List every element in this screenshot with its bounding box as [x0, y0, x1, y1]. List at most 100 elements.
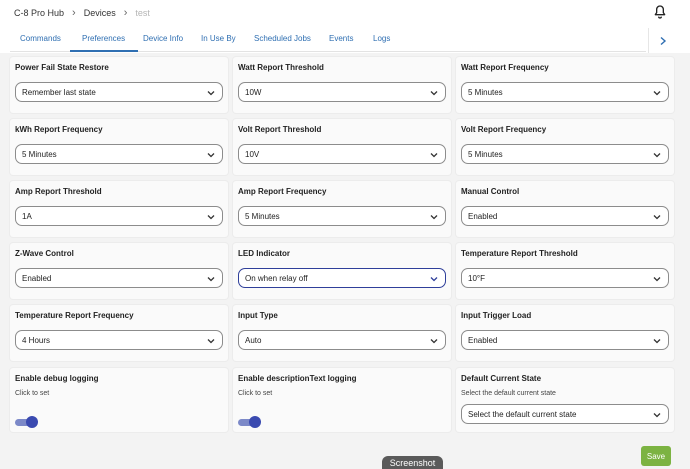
pref-label: Enable descriptionText logging [238, 374, 357, 383]
pref-watt-frequency: Watt Report Frequency 5 Minutes [456, 57, 674, 113]
bell-icon[interactable] [652, 4, 668, 20]
temp-frequency-select[interactable]: 4 Hours [15, 330, 223, 350]
debug-logging-toggle[interactable] [15, 416, 38, 428]
volt-frequency-select[interactable]: 5 Minutes [461, 144, 669, 164]
toggle-knob [26, 416, 38, 428]
input-type-select[interactable]: Auto [238, 330, 446, 350]
pref-kwh-frequency: kWh Report Frequency 5 Minutes [10, 119, 228, 175]
chevron-down-icon [207, 153, 215, 158]
select-value: 5 Minutes [468, 88, 503, 97]
pref-led-indicator: LED Indicator On when relay off [233, 243, 451, 299]
tab-in-use-by[interactable]: In Use By [201, 34, 236, 43]
chevron-down-icon [653, 153, 661, 158]
pref-hint: Select the default current state [461, 390, 556, 397]
breadcrumb-hub[interactable]: C-8 Pro Hub [14, 8, 64, 18]
pref-input-type: Input Type Auto [233, 305, 451, 361]
chevron-down-icon [653, 215, 661, 220]
chevron-down-icon [653, 413, 661, 418]
chevron-down-icon [430, 91, 438, 96]
select-value: 10°F [468, 274, 485, 283]
screenshot-badge: Screenshot [382, 456, 443, 469]
tab-bar: Commands Preferences Device Info In Use … [10, 28, 646, 52]
toggle-knob [249, 416, 261, 428]
preferences-panel: Power Fail State Restore Remember last s… [0, 53, 690, 469]
chevron-down-icon [207, 339, 215, 344]
pref-amp-threshold: Amp Report Threshold 1A [10, 181, 228, 237]
chevron-down-icon [430, 153, 438, 158]
tabs-scroll-right-button[interactable] [648, 28, 676, 54]
tab-scheduled-jobs[interactable]: Scheduled Jobs [254, 34, 311, 43]
breadcrumb-separator-icon: › [72, 6, 76, 19]
select-value: Auto [245, 336, 262, 345]
select-value: Remember last state [22, 88, 96, 97]
tab-device-info[interactable]: Device Info [143, 34, 183, 43]
chevron-down-icon [207, 215, 215, 220]
chevron-down-icon [653, 91, 661, 96]
select-value: 5 Minutes [245, 212, 280, 221]
default-state-select[interactable]: Select the default current state [461, 404, 669, 424]
pref-temp-threshold: Temperature Report Threshold 10°F [456, 243, 674, 299]
pref-label: Enable debug logging [15, 374, 99, 383]
pref-temp-frequency: Temperature Report Frequency 4 Hours [10, 305, 228, 361]
chevron-right-icon [660, 36, 666, 45]
pref-desc-logging: Enable descriptionText logging Click to … [233, 368, 451, 432]
pref-volt-threshold: Volt Report Threshold 10V [233, 119, 451, 175]
tab-commands[interactable]: Commands [20, 34, 61, 43]
select-value: Enabled [22, 274, 52, 283]
chevron-down-icon [430, 215, 438, 220]
pref-label: Manual Control [461, 187, 520, 196]
watt-frequency-select[interactable]: 5 Minutes [461, 82, 669, 102]
select-value: 1A [22, 212, 32, 221]
pref-label: Watt Report Threshold [238, 63, 324, 72]
chevron-down-icon [207, 277, 215, 282]
pref-label: Volt Report Threshold [238, 125, 322, 134]
pref-label: LED Indicator [238, 249, 291, 258]
breadcrumb-devices[interactable]: Devices [84, 8, 116, 18]
tab-events[interactable]: Events [329, 34, 353, 43]
power-fail-select[interactable]: Remember last state [15, 82, 223, 102]
active-tab-indicator [70, 50, 138, 52]
chevron-down-icon [207, 91, 215, 96]
pref-input-trigger: Input Trigger Load Enabled [456, 305, 674, 361]
pref-default-state: Default Current State Select the default… [456, 368, 674, 432]
pref-debug-logging: Enable debug logging Click to set [10, 368, 228, 432]
pref-label: Amp Report Threshold [15, 187, 102, 196]
temp-threshold-select[interactable]: 10°F [461, 268, 669, 288]
save-button[interactable]: Save [641, 446, 671, 466]
chevron-down-icon [653, 339, 661, 344]
zwave-control-select[interactable]: Enabled [15, 268, 223, 288]
pref-label: Default Current State [461, 374, 542, 383]
pref-label: Input Type [238, 311, 278, 320]
amp-frequency-select[interactable]: 5 Minutes [238, 206, 446, 226]
pref-label: kWh Report Frequency [15, 125, 103, 134]
select-value: Select the default current state [468, 410, 577, 419]
select-value: Enabled [468, 336, 498, 345]
chevron-down-icon [653, 277, 661, 282]
select-value: 10W [245, 88, 262, 97]
select-value: 10V [245, 150, 260, 159]
pref-label: Power Fail State Restore [15, 63, 109, 72]
pref-zwave-control: Z-Wave Control Enabled [10, 243, 228, 299]
volt-threshold-select[interactable]: 10V [238, 144, 446, 164]
top-bar: C-8 Pro Hub › Devices › test [0, 0, 690, 26]
watt-threshold-select[interactable]: 10W [238, 82, 446, 102]
chevron-down-icon [430, 339, 438, 344]
desc-logging-toggle[interactable] [238, 416, 261, 428]
input-trigger-select[interactable]: Enabled [461, 330, 669, 350]
pref-watt-threshold: Watt Report Threshold 10W [233, 57, 451, 113]
select-value: 5 Minutes [468, 150, 503, 159]
kwh-frequency-select[interactable]: 5 Minutes [15, 144, 223, 164]
amp-threshold-select[interactable]: 1A [15, 206, 223, 226]
pref-hint: Click to set [238, 390, 273, 397]
led-indicator-select[interactable]: On when relay off [238, 268, 446, 288]
pref-label: Amp Report Frequency [238, 187, 327, 196]
select-value: 5 Minutes [22, 150, 57, 159]
tab-preferences[interactable]: Preferences [82, 34, 125, 43]
tab-logs[interactable]: Logs [373, 34, 390, 43]
pref-amp-frequency: Amp Report Frequency 5 Minutes [233, 181, 451, 237]
pref-label: Temperature Report Threshold [461, 249, 578, 258]
chevron-down-icon [430, 277, 438, 282]
manual-control-select[interactable]: Enabled [461, 206, 669, 226]
pref-label: Z-Wave Control [15, 249, 74, 258]
select-value: Enabled [468, 212, 498, 221]
